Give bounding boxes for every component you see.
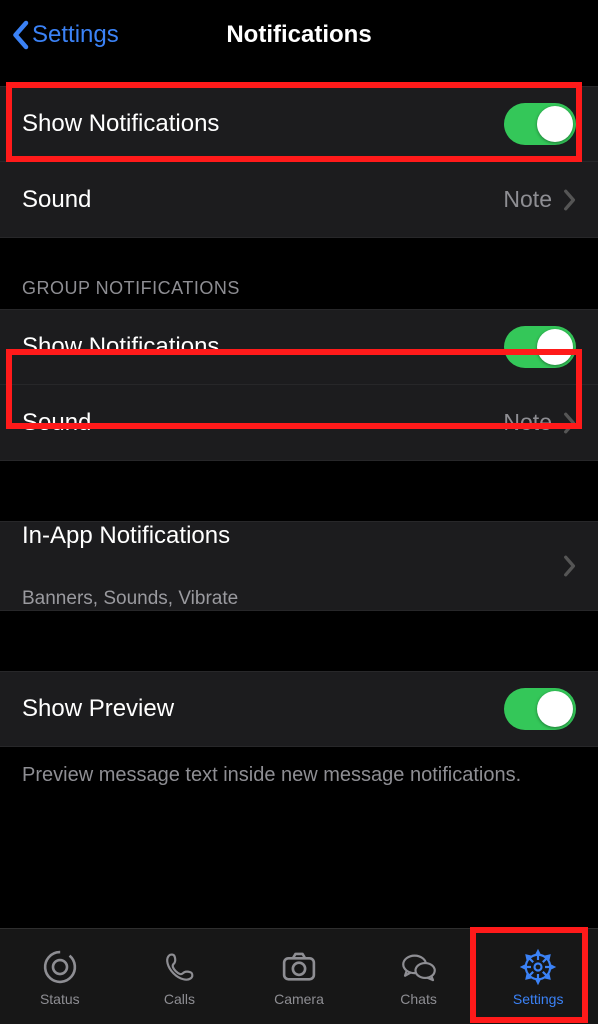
divider [0,611,598,671]
chevron-right-icon [562,412,576,434]
chevron-left-icon [10,20,30,50]
divider [0,70,598,80]
tab-label: Settings [513,991,564,1007]
group-show-notifications-toggle[interactable] [504,326,576,368]
inapp-sub: Banners, Sounds, Vibrate [22,588,238,610]
group-sound-row[interactable]: Sound Note [0,385,598,461]
toggle-knob [537,106,573,142]
group-show-notifications-row[interactable]: Show Notifications [0,309,598,385]
divider [0,461,598,521]
chats-icon [398,946,440,988]
gear-icon [517,946,559,988]
tab-chats[interactable]: Chats [359,929,479,1024]
tab-status[interactable]: Status [0,929,120,1024]
preview-footer-text: Preview message text inside new message … [0,747,598,809]
sound-label: Sound [22,186,503,214]
group-show-notifications-label: Show Notifications [22,333,504,361]
camera-icon [278,946,320,988]
inapp-notifications-row[interactable]: In-App Notifications Banners, Sounds, Vi… [0,521,598,611]
toggle-knob [537,691,573,727]
tab-label: Camera [274,991,324,1007]
show-preview-row[interactable]: Show Preview [0,671,598,747]
tab-bar: Status Calls Camera Chats Settings [0,928,598,1024]
tab-calls[interactable]: Calls [120,929,240,1024]
back-label: Settings [32,21,119,49]
tab-camera[interactable]: Camera [239,929,359,1024]
sound-value: Note [503,186,552,213]
inapp-label: In-App Notifications [22,522,230,584]
show-preview-toggle[interactable] [504,688,576,730]
back-button[interactable]: Settings [10,20,119,50]
show-notifications-toggle[interactable] [504,103,576,145]
navbar: Settings Notifications [0,0,598,70]
group-sound-value: Note [503,409,552,436]
show-preview-label: Show Preview [22,695,504,723]
chevron-right-icon [562,555,576,577]
page-title: Notifications [226,21,371,49]
show-notifications-row[interactable]: Show Notifications [0,86,598,162]
tab-label: Calls [164,991,195,1007]
message-sound-row[interactable]: Sound Note [0,162,598,238]
toggle-knob [537,329,573,365]
phone-icon [158,946,200,988]
show-notifications-label: Show Notifications [22,110,504,138]
status-icon [39,946,81,988]
group-sound-label: Sound [22,409,503,437]
chevron-right-icon [562,189,576,211]
tab-label: Status [40,991,80,1007]
tab-label: Chats [400,991,437,1007]
group-section-header: GROUP NOTIFICATIONS [0,238,598,309]
tab-settings[interactable]: Settings [478,929,598,1024]
